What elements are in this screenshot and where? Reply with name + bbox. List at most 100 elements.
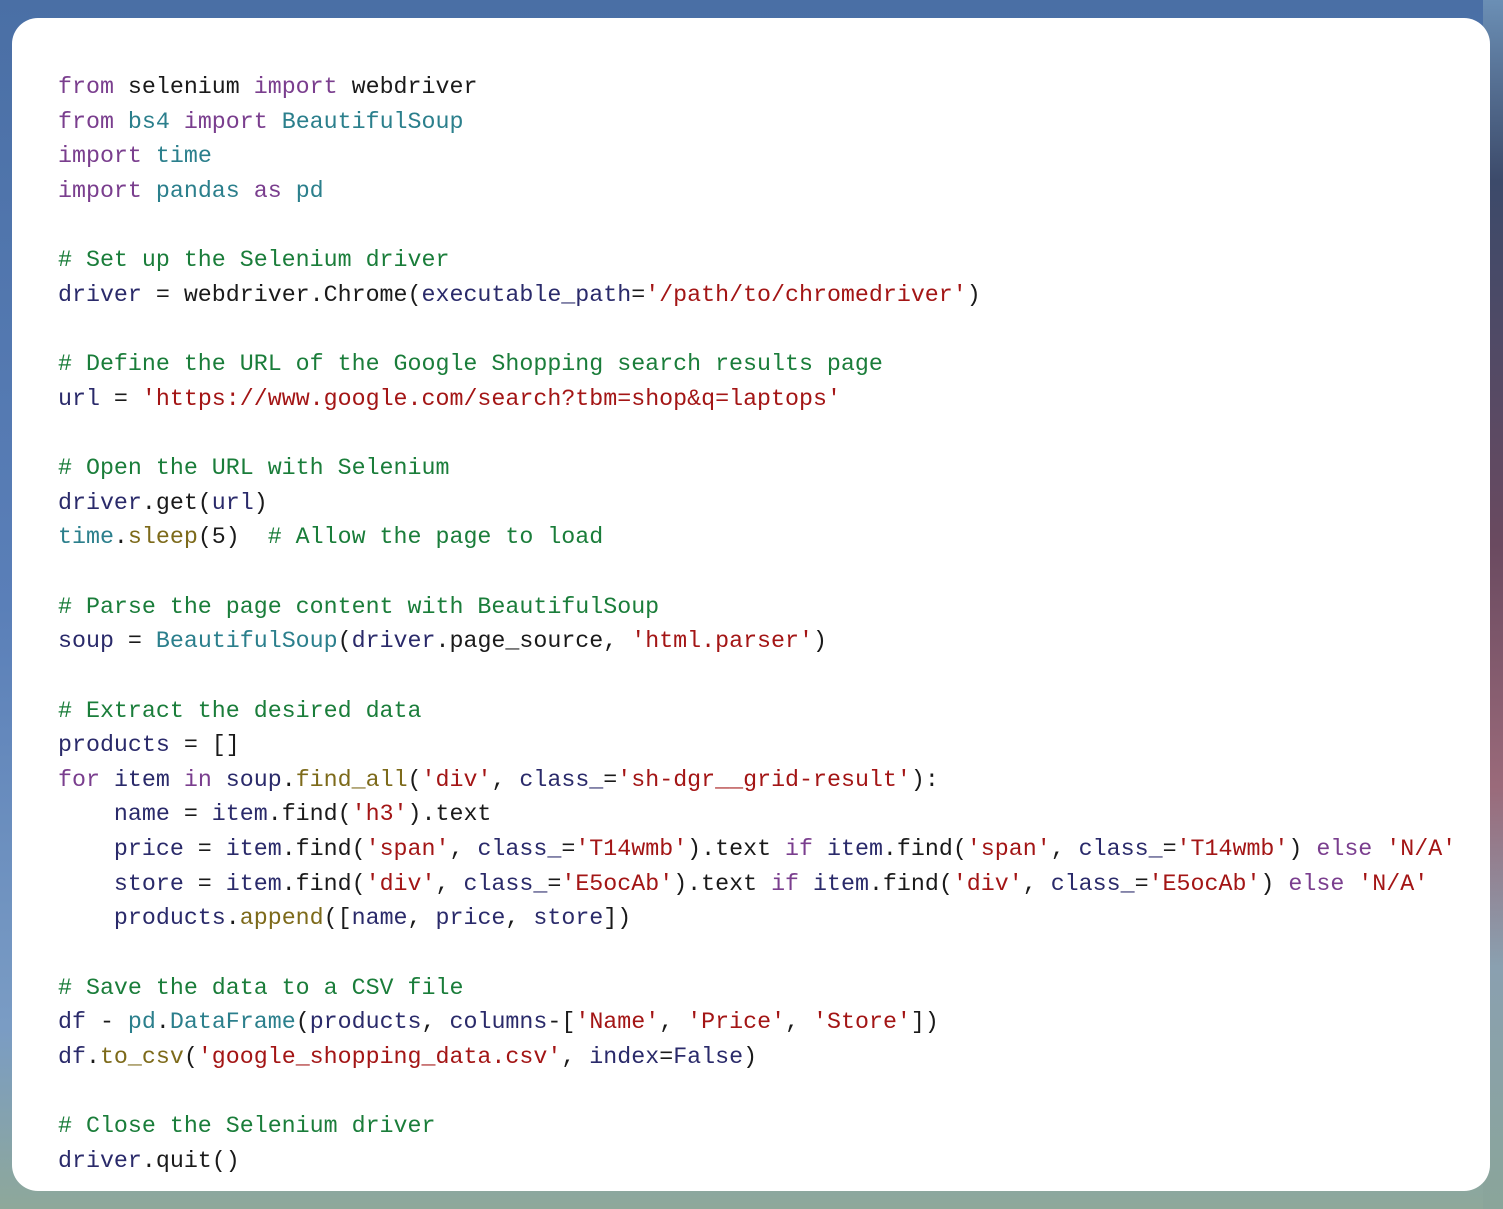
plain-token: ).text — [687, 836, 786, 863]
comment-token: # Open the URL with Selenium — [58, 455, 450, 482]
plain-token: .page_source, — [435, 628, 632, 655]
plain-token: = [] — [169, 732, 240, 759]
variable-token: driver — [58, 1147, 142, 1174]
code-line: store = item.find('div', class_='E5ocAb'… — [58, 867, 1456, 902]
string-token: 'Price' — [687, 1009, 786, 1036]
plain-token: = — [561, 836, 576, 863]
code-line: from bs4 import BeautifulSoup — [58, 105, 1456, 140]
variable-token: products — [309, 1009, 422, 1036]
plain-token: ).text — [407, 801, 492, 828]
plain-token: (5) — [197, 524, 268, 551]
plain-token: ) — [812, 628, 827, 655]
string-token: 'div' — [952, 870, 1023, 897]
plain-token: ( — [183, 1043, 198, 1070]
code-line: df.to_csv('google_shopping_data.csv', in… — [58, 1040, 1456, 1075]
plain-token: = — [183, 870, 226, 897]
plain-token: .find( — [267, 801, 352, 828]
string-token: 'google_shopping_data.csv' — [197, 1043, 562, 1070]
module-token: time — [155, 143, 212, 170]
module-token: BeautifulSoup — [155, 628, 338, 655]
comment-token: # Extract the desired data — [58, 697, 422, 724]
plain-token: , — [1022, 870, 1051, 897]
module-token: DataFrame — [169, 1009, 296, 1036]
variable-token: soup — [225, 766, 282, 793]
variable-token: class_ — [1050, 870, 1135, 897]
code-line: price = item.find('span', class_='T14wmb… — [58, 832, 1456, 867]
plain-token: .get( — [141, 489, 212, 516]
keyword-token: from — [58, 108, 114, 135]
string-token: 'T14wmb' — [1176, 836, 1289, 863]
plain-token: .find( — [868, 870, 953, 897]
code-line: # Save the data to a CSV file — [58, 971, 1456, 1006]
module-token: BeautifulSoup — [281, 108, 464, 135]
string-token: 'span' — [966, 836, 1051, 863]
plain-token: .find( — [281, 836, 366, 863]
code-line: from selenium import webdriver — [58, 70, 1456, 105]
plain-token: , — [407, 905, 436, 932]
plain-token: ( — [337, 628, 352, 655]
plain-token: -[ — [547, 1009, 576, 1036]
variable-token: item — [225, 870, 282, 897]
plain-token: webdriver — [337, 74, 478, 100]
variable-token: False — [673, 1043, 744, 1070]
code-line: products = [] — [58, 728, 1456, 763]
code-line: for item in soup.find_all('div', class_=… — [58, 763, 1456, 798]
keyword-token: else — [1316, 836, 1373, 863]
plain-token: ) — [1260, 870, 1289, 897]
plain-token: = — [603, 766, 618, 793]
string-token: '/path/to/chromedriver' — [645, 281, 967, 308]
plain-token: .quit() — [141, 1147, 240, 1174]
comment-token: # Close the Selenium driver — [58, 1113, 436, 1140]
plain-token: ) — [966, 281, 981, 308]
code-line: time.sleep(5) # Allow the page to load — [58, 520, 1456, 555]
plain-token: . — [85, 1043, 100, 1070]
variable-token: item — [813, 870, 869, 897]
string-token: 'E5ocAb' — [561, 870, 674, 897]
variable-token: class_ — [477, 836, 562, 863]
plain-token: .find( — [281, 870, 366, 897]
string-token: 'Store' — [813, 1009, 911, 1036]
plain-token: , — [421, 1009, 450, 1036]
module-token: bs4 — [127, 108, 170, 135]
variable-token: name — [113, 801, 170, 828]
code-line: import time — [58, 139, 1456, 174]
variable-token: products — [113, 905, 226, 932]
plain-token: ).text — [673, 870, 772, 897]
plain-token: ( — [295, 1009, 310, 1036]
plain-token: , — [561, 1043, 590, 1070]
comment-token: # Set up the Selenium driver — [58, 247, 450, 274]
variable-token: columns — [449, 1009, 548, 1036]
code-line: # Parse the page content with BeautifulS… — [58, 590, 1456, 625]
variable-token: url — [211, 489, 254, 516]
plain-token: ) — [743, 1043, 758, 1070]
variable-token: item — [827, 836, 883, 863]
plain-token: ) — [1288, 836, 1317, 863]
string-token: 'div' — [421, 766, 492, 793]
keyword-token: import — [183, 108, 268, 135]
plain-token: = — [99, 385, 142, 412]
code-line: # Set up the Selenium driver — [58, 243, 1456, 278]
plain-token: = webdriver.Chrome( — [141, 281, 422, 308]
code-line: # Close the Selenium driver — [58, 1109, 1456, 1144]
code-card: from selenium import webdriver from bs4 i… — [12, 18, 1490, 1191]
string-token: 'Name' — [575, 1009, 660, 1036]
comment-token: # Save the data to a CSV file — [58, 974, 464, 1001]
keyword-token: if — [785, 836, 814, 863]
variable-token: df — [58, 1009, 86, 1036]
plain-token: = — [1162, 836, 1177, 863]
variable-token: store — [533, 905, 604, 932]
keyword-token: from — [58, 74, 114, 100]
